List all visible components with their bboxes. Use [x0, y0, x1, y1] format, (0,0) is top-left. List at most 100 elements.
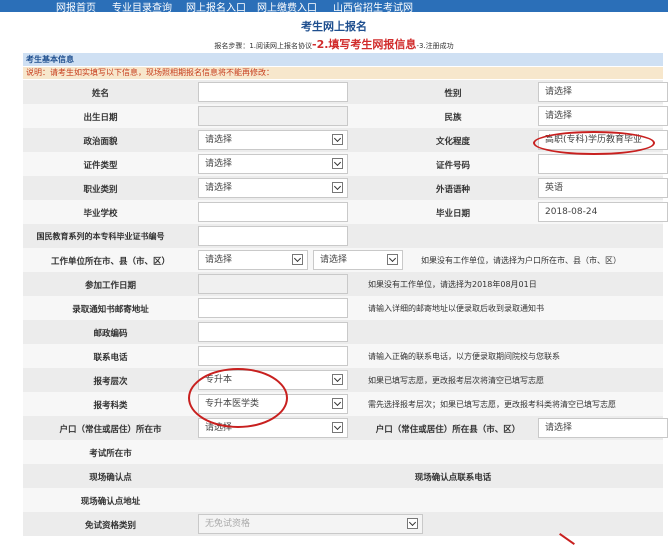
- name-input[interactable]: [198, 82, 348, 102]
- row-hukou: 户口（常住或居住）所在市 请选择 户口（常住或居住）所在县（市、区） 请选择: [23, 416, 668, 440]
- label-mail-address: 录取通知书邮寄地址: [72, 305, 149, 315]
- label-exempt: 免试资格类别: [84, 521, 136, 531]
- chevron-down-icon: [292, 254, 303, 265]
- steps-label: 报名步骤：: [214, 42, 250, 50]
- id-type-select-value: 请选择: [205, 159, 233, 169]
- phone-hint: 请输入正确的联系电话，以方便录取期间院校与您联系: [368, 352, 560, 361]
- category-hint: 需先选择报考层次；如果已填写志愿，更改报考科类将清空已填写志愿: [368, 400, 616, 409]
- mail-address-input[interactable]: [198, 298, 348, 318]
- nav-registration[interactable]: 网上报名入口: [186, 0, 246, 14]
- row-cert: 国民教育系列的本专科毕业证书编号: [23, 224, 663, 248]
- phone-input[interactable]: [198, 346, 348, 366]
- work-city-select-value: 请选择: [205, 255, 233, 265]
- row-exam-city: 考试所在市: [23, 440, 663, 464]
- row-occupation-language: 职业类别 请选择 外语语种 英语: [23, 176, 668, 200]
- step-2-current: -2.填写考生网报信息: [312, 38, 417, 51]
- label-confirm-point: 现场确认点: [89, 473, 132, 483]
- work-location-hint: 如果没有工作单位，请选择为户口所在市、县（市、区）: [421, 256, 621, 265]
- notice-text: 说明：请考生如实填写以下信息，现场照相期报名信息将不能再修改：: [23, 67, 663, 79]
- row-confirm-point: 现场确认点 现场确认点联系电话: [23, 464, 663, 488]
- exempt-select[interactable]: 无免试资格: [198, 514, 423, 534]
- chevron-down-icon: [387, 254, 398, 265]
- row-work-date: 参加工作日期 如果没有工作单位，请选择为2018年08月01日: [23, 272, 663, 296]
- row-category: 报考科类 专升本医学类 需先选择报考层次；如果已填写志愿，更改报考科类将清空已填…: [23, 392, 663, 416]
- row-birth-ethnicity: 出生日期 民族 请选择: [23, 104, 668, 128]
- row-level: 报考层次 专升本 如果已填写志愿，更改报考层次将清空已填写志愿: [23, 368, 663, 392]
- step-indicator: 报名步骤：1.阅读网上报名协议-2.填写考生网报信息-3.注册成功: [0, 36, 668, 52]
- label-hukou-county: 户口（常住或居住）所在县（市、区）: [375, 425, 521, 435]
- ethnicity-select[interactable]: 请选择: [538, 106, 668, 126]
- chevron-down-icon: [332, 398, 343, 409]
- label-zip: 邮政编码: [93, 329, 128, 339]
- label-school: 毕业学校: [83, 209, 118, 219]
- political-select[interactable]: 请选择: [198, 130, 348, 150]
- id-number-input[interactable]: [538, 154, 668, 174]
- label-exam-city: 考试所在市: [89, 449, 132, 459]
- label-occupation: 职业类别: [83, 185, 118, 195]
- label-category: 报考科类: [93, 401, 128, 411]
- label-phone: 联系电话: [93, 353, 128, 363]
- language-select[interactable]: 英语: [538, 178, 668, 198]
- label-work-date: 参加工作日期: [84, 281, 136, 291]
- occupation-select[interactable]: 请选择: [198, 178, 348, 198]
- row-political-education: 政治面貌 请选择 文化程度 高职(专科)学历教育毕业: [23, 128, 668, 152]
- nav-home[interactable]: 网报首页: [56, 0, 96, 14]
- cert-number-input[interactable]: [198, 226, 348, 246]
- education-select-value: 高职(专科)学历教育毕业: [545, 135, 643, 145]
- political-select-value: 请选择: [205, 135, 233, 145]
- label-id-type: 证件类型: [83, 161, 118, 171]
- label-grad-date: 毕业日期: [435, 209, 470, 219]
- nav-major-catalog[interactable]: 专业目录查询: [112, 0, 172, 14]
- row-school: 毕业学校 毕业日期 2018-08-24: [23, 200, 668, 224]
- row-zip: 邮政编码: [23, 320, 663, 344]
- label-political: 政治面貌: [83, 137, 118, 147]
- school-input[interactable]: [198, 202, 348, 222]
- label-level: 报考层次: [93, 377, 128, 387]
- work-city-select[interactable]: 请选择: [198, 250, 308, 270]
- exempt-select-value: 无免试资格: [205, 519, 251, 529]
- hukou-county-select[interactable]: 请选择: [538, 418, 668, 438]
- mail-address-hint: 请输入详细的邮寄地址以便录取后收到录取通知书: [368, 304, 544, 313]
- grad-date-input[interactable]: 2018-08-24: [538, 202, 668, 222]
- work-county-select-value: 请选择: [320, 255, 348, 265]
- chevron-down-icon: [332, 422, 343, 433]
- row-confirm-address: 现场确认点地址: [23, 488, 663, 512]
- page-title: 考生网上报名: [301, 20, 367, 33]
- row-work-location: 工作单位所在市、县（市、区） 请选择 请选择 如果没有工作单位，请选择为户口所在…: [23, 248, 663, 272]
- zip-input[interactable]: [198, 322, 348, 342]
- label-id-no: 证件号码: [435, 161, 470, 171]
- level-select-value: 专升本: [205, 375, 233, 385]
- category-select-value: 专升本医学类: [205, 399, 260, 409]
- chevron-down-icon: [332, 182, 343, 193]
- row-mail-address: 录取通知书邮寄地址 请输入详细的邮寄地址以便录取后收到录取通知书: [23, 296, 663, 320]
- nav-payment[interactable]: 网上缴费入口: [257, 0, 317, 14]
- gender-select-value: 请选择: [545, 87, 573, 97]
- id-type-select[interactable]: 请选择: [198, 154, 348, 174]
- category-select[interactable]: 专升本医学类: [198, 394, 348, 414]
- chevron-down-icon: [332, 158, 343, 169]
- hukou-city-select-value: 请选择: [205, 423, 233, 433]
- label-birth: 出生日期: [83, 113, 118, 123]
- work-county-select[interactable]: 请选择: [313, 250, 403, 270]
- work-date-input[interactable]: [198, 274, 348, 294]
- hukou-city-select[interactable]: 请选择: [198, 418, 348, 438]
- row-name-gender: 姓名 性别 请选择: [23, 80, 668, 104]
- label-name: 姓名: [91, 89, 109, 99]
- occupation-select-value: 请选择: [205, 183, 233, 193]
- grad-date-value: 2018-08-24: [545, 207, 598, 217]
- nav-exam-site[interactable]: 山西省招生考试网: [333, 0, 413, 14]
- label-education: 文化程度: [435, 137, 470, 147]
- row-id: 证件类型 请选择 证件号码: [23, 152, 668, 176]
- step-1: 1.阅读网上报名协议: [249, 42, 313, 50]
- row-exempt: 免试资格类别 无免试资格: [23, 512, 663, 536]
- section-title: 考生基本信息: [23, 53, 663, 66]
- label-language: 外语语种: [435, 185, 470, 195]
- step-3: -3.注册成功: [416, 42, 454, 50]
- top-navigation: 网报首页 专业目录查询 网上报名入口 网上缴费入口 山西省招生考试网: [0, 0, 668, 14]
- label-ethnicity: 民族: [444, 113, 462, 123]
- chevron-down-icon: [332, 134, 343, 145]
- level-select[interactable]: 专升本: [198, 370, 348, 390]
- education-select[interactable]: 高职(专科)学历教育毕业: [538, 130, 668, 150]
- gender-select[interactable]: 请选择: [538, 82, 668, 102]
- birth-date-input[interactable]: [198, 106, 348, 126]
